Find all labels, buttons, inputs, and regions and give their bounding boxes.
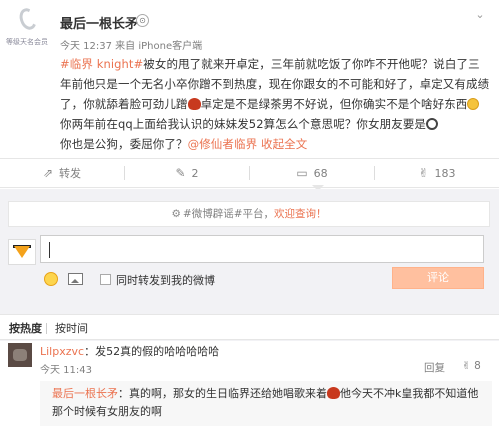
rumor-notice[interactable]: ⚙ #微博辟谣#平台，欢迎查询！ — [8, 201, 490, 227]
avatar-logo-icon — [16, 5, 40, 33]
emoji-icon[interactable] — [44, 272, 58, 286]
comment-time: 今天 11:43 — [40, 365, 92, 376]
avatar[interactable] — [8, 343, 32, 367]
post-text-4: 你也是公狗，委屈你了？ — [60, 137, 188, 151]
mask-emoji-icon — [327, 387, 340, 399]
sort-bar: 按热度 按时间 — [0, 314, 499, 340]
collapse-link[interactable]: 收起全文 — [261, 137, 307, 151]
sort-by-hot[interactable]: 按热度 — [9, 320, 42, 336]
user-badge-icon: ⊙ — [136, 14, 149, 27]
like-button[interactable]: ✌ 183 — [375, 159, 499, 187]
reply-button[interactable]: 回复 — [424, 360, 445, 375]
post-username[interactable]: 最后一根长矛 — [60, 13, 138, 32]
repost-button[interactable]: ⇗ 转发 — [0, 159, 124, 187]
sub-reply: 最后一根长矛：真的啊，那女的生日临界还给她唱歌来着 他今天不冲k皇我都不知道他那个… — [40, 381, 492, 426]
notice-text: 平台， — [242, 208, 275, 220]
text-caret — [49, 242, 50, 258]
post-header: 等级天名会员 最后一根长矛 ⊙ 今天 12:37 来自 iPhone客户端 ⌄ — [0, 0, 499, 60]
mention-link[interactable]: @修仙者临界 — [188, 137, 258, 151]
sub-reply-text: 最后一根长矛：真的啊，那女的生日临界还给她唱歌来着 他今天不冲k皇我都不知道他那个… — [52, 385, 486, 421]
forward-label[interactable]: 同时转发到我的微博 — [116, 272, 215, 288]
avatar[interactable]: 等级天名会员 — [4, 5, 52, 52]
comment-like-button[interactable]: ✌ 8 — [462, 360, 481, 372]
avatar-caption: 等级天名会员 — [6, 38, 48, 46]
like-count: 183 — [434, 167, 456, 180]
sub-reply-text-1: ：真的啊，那女的生日临界还给她唱歌来着 — [118, 387, 327, 400]
thumbs-up-icon: ✌ — [462, 360, 471, 372]
comment-icon: ▭ — [296, 166, 308, 180]
smile-emoji-icon — [467, 98, 480, 110]
repost-icon: ⇗ — [42, 166, 54, 180]
edit-button[interactable]: ✎ 2 — [125, 159, 249, 187]
image-icon[interactable] — [68, 273, 83, 285]
notice-tag: #微博辟谣# — [182, 208, 243, 220]
logo-triangle — [14, 246, 30, 258]
mask-emoji-icon — [187, 98, 201, 110]
thumbs-up-icon: ✌ — [418, 166, 429, 180]
comment-button[interactable]: ▭ 68 — [250, 159, 374, 187]
submit-comment-button[interactable]: 评论 — [392, 267, 484, 289]
pencil-icon: ✎ — [175, 166, 186, 180]
action-bar: ⇗ 转发 ✎ 2 ▭ 68 ✌ 183 — [0, 158, 499, 188]
post-body: #临界 knight#被女的甩了就来开卓定，三年前就吃饭了你咋不开他呢？说白了三… — [60, 54, 490, 154]
compose-avatar — [8, 239, 36, 265]
edit-count: 2 — [191, 167, 199, 180]
post-text-2: 卓定是不是绿茶男不好说，但你确实不是个啥好东西 — [200, 97, 468, 111]
repost-label: 转发 — [59, 167, 82, 180]
clock-emoji-icon — [426, 118, 439, 130]
comment-list: Lilpxzvc：发52真的假的哈哈哈哈哈 今天 11:43 回复 ✌ 8 最后… — [0, 341, 499, 426]
comment-text: ：发52真的假的哈哈哈哈哈 — [84, 345, 220, 358]
comment-input[interactable] — [40, 235, 484, 263]
sub-reply-username[interactable]: 最后一根长矛 — [52, 387, 118, 400]
comment-count: 68 — [313, 167, 328, 180]
divider — [46, 323, 47, 334]
comment-username[interactable]: Lilpxzvc — [40, 345, 84, 358]
post-text-3: 你两年前在qq上面给我认识的妹妹发52算怎么个意思呢？你女朋友要是 — [60, 117, 427, 131]
sort-by-time[interactable]: 按时间 — [55, 320, 88, 336]
post-topic-tag[interactable]: #临界 knight# — [60, 57, 143, 71]
notice-link[interactable]: 欢迎查询！ — [274, 208, 327, 220]
comment-line: Lilpxzvc：发52真的假的哈哈哈哈哈 — [40, 343, 219, 359]
forward-checkbox[interactable] — [100, 274, 111, 285]
gear-icon: ⚙ — [171, 208, 181, 220]
post-meta[interactable]: 今天 12:37 来自 iPhone客户端 — [60, 37, 202, 52]
chevron-down-icon[interactable]: ⌄ — [473, 8, 487, 21]
comment-like-count: 8 — [474, 360, 481, 372]
